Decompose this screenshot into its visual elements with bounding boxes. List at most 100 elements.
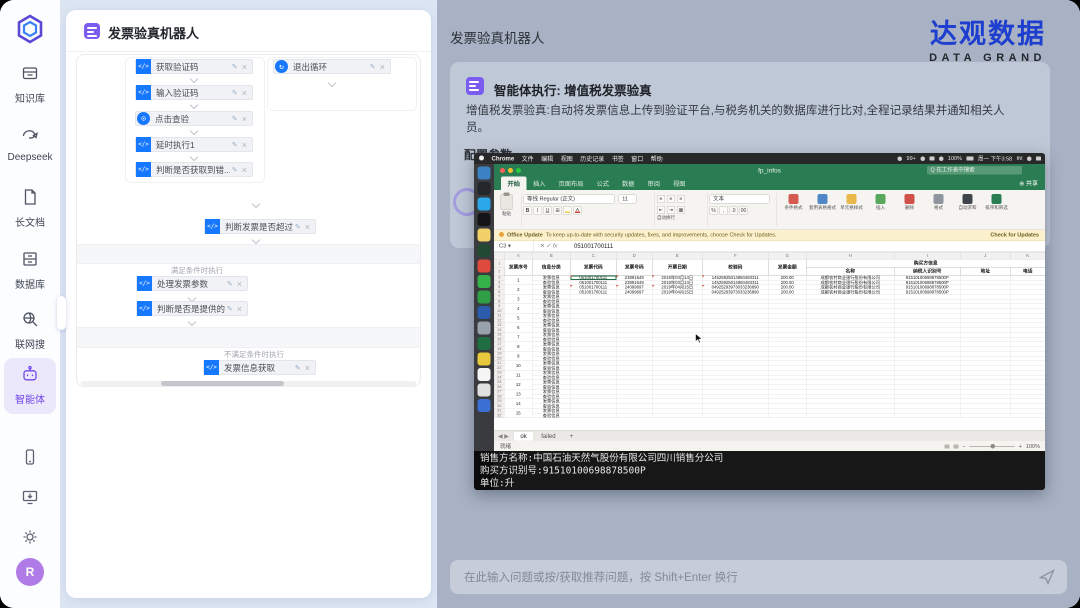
ribbon-tab: 审阅 (641, 177, 667, 191)
knowledge-base-icon (21, 64, 39, 82)
close-icon[interactable]: × (240, 88, 252, 98)
edit-icon[interactable]: ✎ (293, 364, 303, 372)
agent-badge-icon (466, 77, 484, 95)
flow-node[interactable]: </>获取验证码✎× (135, 59, 253, 74)
column-header: B (532, 252, 570, 259)
edit-icon[interactable]: ✎ (230, 63, 240, 71)
node-type-icon: ⊙ (137, 112, 150, 125)
app-logo-icon[interactable] (15, 14, 45, 44)
sidebar-item-websearch[interactable]: 联网搜 (0, 310, 60, 351)
dock-app-icon (478, 353, 491, 366)
execution-pane: 发票验真机器人 达观数据 DATA GRAND 智能体执行: 增值税发票验真 增… (437, 0, 1080, 608)
edit-icon[interactable]: ✎ (230, 166, 240, 174)
dock-app-icon (478, 337, 491, 350)
excel-window: fp_infos Q 在工作表中搜索 开始插入页面布局公式数据审阅视图 ⊕ 共享… (494, 164, 1045, 490)
chevron-down-icon (252, 200, 260, 208)
edit-icon[interactable]: ✎ (225, 280, 235, 288)
edit-icon[interactable]: ✎ (230, 89, 240, 97)
flow-node[interactable]: </>判断是否是提供的...✎× (136, 301, 248, 316)
office-update-bar: Office Update To keep up-to-date with se… (494, 230, 1045, 241)
dock-app-icon (478, 229, 491, 242)
gear-icon (21, 528, 39, 546)
menubar-status: 99+ 100% 周一 下午3:58 thl (898, 153, 1041, 164)
formula-bar: C3 ▾ ✕ ✓ fx 051001700111 (494, 241, 1045, 252)
fx-icons: ✕ ✓ fx (540, 241, 557, 252)
user-avatar[interactable]: R (16, 558, 44, 586)
send-icon[interactable] (1039, 569, 1055, 585)
dock-app-icon (478, 244, 491, 257)
screen-capture-button[interactable] (21, 488, 39, 506)
flow-node[interactable]: </>判断发票是否超过...✎× (204, 219, 316, 234)
formula-value: 051001700111 (574, 241, 613, 252)
node-type-icon: </> (205, 219, 220, 234)
excel-share-button: ⊕ 共享 (1019, 179, 1038, 188)
node-type-icon: </> (137, 301, 152, 316)
panel-collapse-handle[interactable] (57, 296, 66, 330)
column-header: H (806, 252, 894, 259)
flow-node[interactable]: </>发票信息获取✎× (203, 360, 316, 375)
close-icon[interactable]: × (378, 62, 390, 72)
node-type-icon: </> (136, 162, 151, 177)
flow-node[interactable]: </>输入验证码✎× (135, 85, 253, 100)
mobile-device-button[interactable] (21, 448, 39, 466)
close-icon[interactable]: × (240, 62, 252, 72)
font-group: 等线 Regular (正文) 11 BIU ⊞ A (524, 190, 653, 215)
check-updates-button: Check for Updates (990, 230, 1039, 241)
dock-app-icon (478, 213, 491, 226)
sidebar-item-deepseek[interactable]: Deepseek (0, 126, 60, 163)
edit-icon[interactable]: ✎ (225, 305, 235, 313)
section-band (77, 244, 421, 264)
dock-app-icon (478, 368, 491, 381)
font-size-select: 11 (619, 195, 637, 204)
flow-node[interactable]: </>处理发票参数✎× (136, 276, 248, 291)
close-icon[interactable]: × (235, 304, 247, 314)
execution-screenshot[interactable]: Chrome 文件编辑视图历史记录书签窗口帮助 99+ 100% 周一 下午3:… (474, 153, 1045, 490)
dock-app-icon (478, 322, 491, 335)
app-window: 知识库 Deepseek 长文档 数据库 联网搜 智能体 (0, 0, 1080, 608)
ribbon-tab: 开始 (501, 177, 527, 191)
close-icon[interactable]: × (303, 363, 315, 373)
edit-icon[interactable]: ✎ (368, 63, 378, 71)
sidebar-item-agent[interactable]: 智能体 (4, 358, 56, 414)
sidebar-item-knowledge[interactable]: 知识库 (0, 64, 60, 105)
chevron-down-icon (252, 236, 260, 244)
phone-icon (21, 448, 39, 466)
flow-card-header: 发票验真机器人 (66, 10, 431, 52)
add-sheet-icon: + (563, 431, 581, 440)
column-header: A (504, 252, 532, 259)
sidebar-item-database[interactable]: 数据库 (0, 250, 60, 291)
edit-icon[interactable]: ✎ (293, 223, 303, 231)
close-icon[interactable]: × (303, 222, 315, 232)
node-type-icon: </> (204, 360, 219, 375)
flow-node[interactable]: ↻退出循环✎× (273, 59, 391, 74)
dock-app-icon (478, 198, 491, 211)
flow-node[interactable]: </>延时执行1✎× (135, 137, 253, 152)
menubar-menu: 历史记录 (580, 154, 604, 163)
edit-icon[interactable]: ✎ (230, 115, 240, 123)
sidebar-item-longdoc[interactable]: 长文档 (0, 188, 60, 229)
excel-titlebar: fp_infos Q 在工作表中搜索 (494, 164, 1045, 177)
robot-icon (21, 365, 39, 383)
menubar-menu: 视图 (561, 154, 573, 163)
dock-app-icon (478, 306, 491, 319)
flow-node[interactable]: </>判断是否获取到错...✎× (135, 162, 253, 177)
settings-button[interactable] (21, 528, 39, 546)
close-icon[interactable]: × (240, 114, 252, 124)
number-format-group: 文本 %,.000 (710, 190, 775, 215)
chat-input[interactable]: 在此输入问题或按/获取推荐问题，按 Shift+Enter 换行 (450, 560, 1067, 594)
column-header: J (960, 252, 1010, 259)
flow-hscrollbar-thumb[interactable] (161, 381, 284, 386)
ribbon-group: 删除 (895, 190, 924, 210)
close-icon[interactable]: × (235, 279, 247, 289)
alignment-group: ≡≡≡ ⇤⇥▦ 自动换行 (657, 190, 705, 220)
font-name-select: 等线 Regular (正文) (524, 195, 615, 204)
flow-canvas[interactable]: 满足条件时执行 不满足条件时执行 </>获取验证码✎×</>输入验证码✎×⊙点击… (76, 54, 421, 387)
flow-node[interactable]: ⊙点击查验✎× (135, 111, 253, 126)
spreadsheet-grid: ABCDEFGHIJK1发票序号信息分类发票代码发票号码开票日期校验码发票金额购… (494, 252, 1045, 430)
search-globe-icon (21, 310, 39, 328)
close-icon[interactable]: × (240, 140, 252, 150)
close-icon[interactable]: × (240, 165, 252, 175)
edit-icon[interactable]: ✎ (230, 141, 240, 149)
sidebar: 知识库 Deepseek 长文档 数据库 联网搜 智能体 (0, 0, 60, 608)
dock-app-icon (478, 167, 491, 180)
